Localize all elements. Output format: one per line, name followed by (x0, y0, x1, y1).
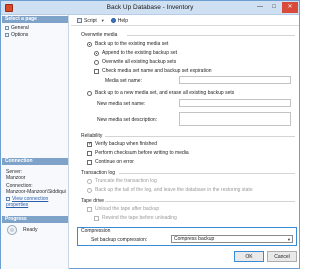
media-set-name-label: Media set name: (105, 78, 142, 84)
page-item-label: General (11, 25, 29, 31)
backup-dialog: Back Up Database - Inventory — □ ✕ Selec… (0, 0, 300, 269)
set-backup-compression-label: Set backup compression: (91, 237, 148, 243)
rewind-tape-checkbox[interactable]: Rewind the tape before unloading (94, 215, 177, 221)
divider (105, 136, 295, 137)
tail-log-radio[interactable]: Back up the tail of the log, and leave t… (87, 187, 253, 193)
maximize-button[interactable]: □ (267, 2, 281, 13)
checkbox-icon (87, 206, 92, 212)
toolbar: Script ▼ Help (71, 16, 299, 26)
script-icon (77, 18, 82, 23)
ok-button[interactable]: OK (234, 251, 264, 262)
check-name-checkbox[interactable]: Check media set name and backup set expi… (94, 68, 212, 74)
progress-header: Progress (2, 216, 68, 223)
checkbox-icon (87, 150, 92, 156)
media-set-name-field[interactable] (179, 76, 291, 84)
append-radio[interactable]: Append to the existing backup set (94, 50, 177, 56)
overwrite-all-radio[interactable]: Overwrite all existing backup sets (94, 59, 176, 65)
transaction-log-group-label: Transaction log (81, 170, 115, 176)
script-label: Script (84, 17, 97, 24)
divider (127, 35, 295, 36)
tape-drive-group-label: Tape drive (81, 198, 105, 204)
overwrite-all-label: Overwrite all existing backup sets (102, 59, 177, 65)
chevron-down-icon: ▼ (287, 237, 291, 242)
connection-value: Manzoor-Manzoor\Siddiqui (6, 189, 66, 195)
new-media-set-description-label: New media set description: (97, 117, 158, 123)
continue-on-error-checkbox[interactable]: Continue on error (87, 159, 134, 165)
continue-on-error-label: Continue on error (95, 159, 134, 165)
append-label: Append to the existing backup set (102, 50, 178, 56)
close-button[interactable]: ✕ (282, 2, 298, 13)
page-item-label: Options (11, 32, 29, 38)
radio-icon (87, 178, 92, 184)
view-connection-properties[interactable]: View connection properties (6, 196, 68, 208)
backup-new-media-label: Back up to a new media set, and erase al… (95, 90, 235, 96)
new-media-set-name-field[interactable] (179, 99, 291, 107)
checkbox-icon (94, 215, 99, 221)
overwrite-media-group-label: Overwrite media (81, 32, 118, 38)
checkbox-icon (87, 141, 92, 147)
help-label: Help (117, 17, 129, 24)
verify-backup-checkbox[interactable]: Verify backup when finished (87, 141, 157, 147)
truncate-log-label: Truncate the transaction log (95, 178, 157, 184)
progress-status: Ready (23, 227, 38, 233)
unload-tape-label: Unload the tape after backup (95, 206, 160, 212)
chevron-down-icon[interactable]: ▼ (101, 18, 105, 23)
minimize-button[interactable]: — (253, 2, 267, 13)
server-value: Manzoor (6, 175, 26, 181)
left-panel: Select a page General Options Connection… (1, 15, 69, 269)
progress-spinner-icon (7, 225, 17, 235)
backup-existing-media-label: Back up to the existing media set (95, 41, 169, 47)
checkbox-icon (87, 159, 92, 165)
backup-new-media-radio[interactable]: Back up to a new media set, and erase al… (87, 90, 234, 96)
checksum-label: Perform checksum before writing to media (95, 150, 189, 156)
page-icon (5, 33, 9, 37)
title-bar: Back Up Database - Inventory — □ ✕ (1, 1, 299, 15)
radio-icon (87, 187, 92, 193)
cancel-button[interactable]: Cancel (267, 251, 297, 262)
tail-log-label: Back up the tail of the log, and leave t… (95, 187, 253, 193)
divider (105, 201, 295, 202)
divider (119, 173, 295, 174)
radio-icon (87, 41, 92, 47)
properties-icon (6, 196, 10, 201)
reliability-group-label: Reliability (81, 133, 103, 139)
connection-header: Connection (2, 158, 68, 165)
check-name-label: Check media set name and backup set expi… (102, 68, 212, 74)
new-media-set-name-label: New media set name: (97, 101, 146, 107)
page-item-options[interactable]: Options (5, 32, 28, 38)
backup-compression-value: Compress backup (174, 236, 215, 242)
unload-tape-checkbox[interactable]: Unload the tape after backup (87, 206, 159, 212)
radio-icon (94, 50, 99, 56)
script-button[interactable]: Script (75, 18, 99, 24)
page-icon (5, 26, 9, 30)
new-media-set-description-field[interactable] (179, 112, 291, 126)
compression-group-label: Compression (81, 228, 111, 234)
backup-existing-media-radio[interactable]: Back up to the existing media set (87, 41, 168, 47)
checksum-checkbox[interactable]: Perform checksum before writing to media (87, 150, 189, 156)
page-item-general[interactable]: General (5, 25, 29, 31)
checkbox-icon (94, 68, 99, 74)
radio-icon (94, 59, 99, 65)
select-page-header: Select a page (2, 16, 68, 23)
view-connection-properties-link[interactable]: View connection properties (6, 196, 48, 208)
radio-icon (87, 90, 92, 96)
truncate-log-radio[interactable]: Truncate the transaction log (87, 178, 157, 184)
verify-backup-label: Verify backup when finished (95, 141, 157, 147)
backup-compression-select[interactable]: Compress backup ▼ (171, 235, 293, 243)
rewind-tape-label: Rewind the tape before unloading (102, 215, 177, 221)
help-icon (110, 18, 116, 23)
help-button[interactable]: Help (109, 18, 130, 24)
